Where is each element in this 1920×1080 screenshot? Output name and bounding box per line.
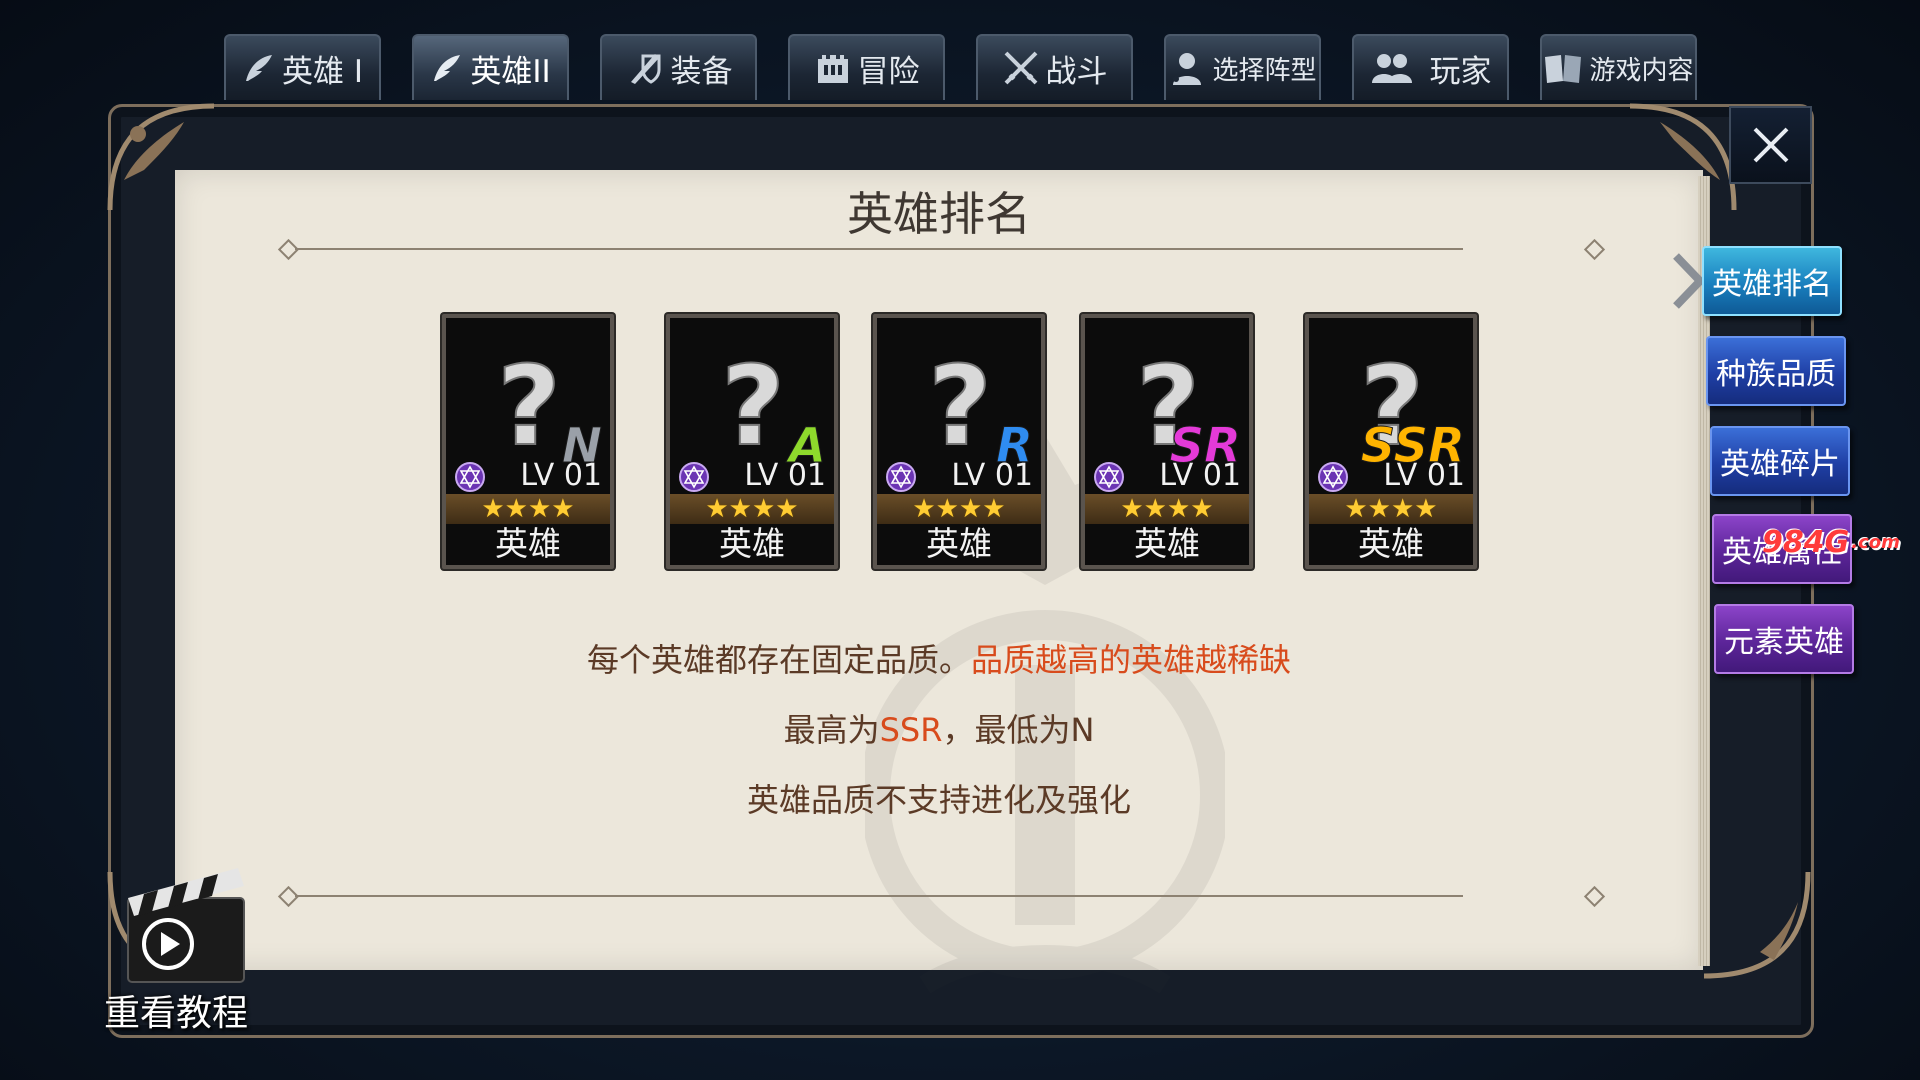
players-icon [1370, 51, 1414, 85]
site-watermark: 984G .com [1762, 518, 1920, 566]
clapperboard-icon [127, 868, 245, 983]
divider-diamond [1583, 885, 1606, 908]
question-mark-icon: ? [720, 352, 786, 462]
level-label: LV 01 [1159, 458, 1241, 493]
description-text: 最高为 [783, 711, 880, 749]
description-highlight: SSR [879, 711, 943, 749]
description-text: ，最低为N [942, 711, 1095, 749]
hero-name: 英雄 [495, 524, 561, 563]
level-label: LV 01 [1383, 458, 1465, 493]
side-tab-element-heroes[interactable]: 元素英雄 [1714, 604, 1854, 674]
element-emblem-icon [1094, 462, 1124, 492]
level-label: LV 01 [951, 458, 1033, 493]
svg-text:?: ? [497, 352, 561, 462]
description-line-2: 最高为SSR，最低为N [175, 705, 1703, 751]
svg-text:?: ? [721, 352, 785, 462]
element-emblem-icon [455, 462, 485, 492]
tab-hero-2[interactable]: 英雄II [412, 34, 569, 100]
side-tab-label: 英雄碎片 [1720, 447, 1840, 482]
castle-icon [814, 49, 852, 87]
side-tab-hero-ranking[interactable]: 英雄排名 [1702, 246, 1842, 316]
hero-name: 英雄 [1358, 524, 1424, 563]
replay-tutorial-label: 重看教程 [104, 993, 249, 1034]
description-text: 每个英雄都存在固定品质。 [586, 641, 971, 679]
close-button[interactable] [1729, 106, 1812, 184]
hero-name: 英雄 [926, 524, 992, 563]
hero-card-a[interactable]: ? A LV 01 ★★★★ 英雄 [666, 314, 838, 569]
selection-arrow-icon [1673, 253, 1706, 309]
side-tab-hero-shards[interactable]: 英雄碎片 [1710, 426, 1850, 496]
side-tab-label: 英雄排名 [1712, 267, 1832, 302]
watermark-suffix: .com [1851, 531, 1900, 553]
hero-card-sr[interactable]: ? SR LV 01 ★★★★ 英雄 [1081, 314, 1253, 569]
crossed-swords-icon [1002, 49, 1040, 87]
tab-label: 英雄II [470, 53, 551, 90]
question-mark-icon: ? [927, 352, 993, 462]
side-tab-label: 元素英雄 [1724, 625, 1844, 660]
hero-card-n[interactable]: ? N LV 01 ★★★★ 英雄 [442, 314, 614, 569]
tab-game-content[interactable]: 游戏内容 [1540, 34, 1697, 100]
divider [295, 895, 1463, 897]
svg-text:?: ? [928, 352, 992, 462]
ornament-corner-icon [1703, 871, 1811, 979]
description-line-1: 每个英雄都存在固定品质。品质越高的英雄越稀缺 [175, 635, 1703, 681]
tab-battle[interactable]: 战斗 [976, 34, 1133, 100]
element-emblem-icon [679, 462, 709, 492]
element-emblem-icon [886, 462, 916, 492]
replay-tutorial-button[interactable]: 重看教程 [104, 858, 264, 1034]
book-icon [1543, 51, 1583, 85]
tab-label: 英雄 I [282, 53, 363, 90]
side-tab-race-quality[interactable]: 种族品质 [1706, 336, 1846, 406]
tab-label: 游戏内容 [1589, 55, 1694, 86]
page-title: 英雄排名 [847, 187, 1031, 241]
tab-label: 战斗 [1045, 53, 1108, 90]
hero-card-r[interactable]: ? R LV 01 ★★★★ 英雄 [873, 314, 1045, 569]
tab-label: 冒险 [857, 53, 920, 90]
feather-icon [430, 51, 464, 85]
feather-icon [242, 51, 276, 85]
hero-card-ssr[interactable]: ? SSR LV 01 ★★★★ 英雄 [1305, 314, 1477, 569]
close-icon [1753, 127, 1788, 163]
watermark-text: 984G [1762, 524, 1850, 560]
tab-label: 玩家 [1429, 53, 1492, 90]
tab-label: 选择阵型 [1212, 55, 1317, 86]
tab-hero-1[interactable]: 英雄 I [224, 34, 381, 100]
tab-label: 装备 [670, 53, 733, 90]
description-highlight: 品质越高的英雄越稀缺 [971, 641, 1292, 679]
divider [295, 248, 1463, 250]
top-tab-bar: 英雄 I 英雄II 装备 冒险 战斗 选择阵型 玩家 游戏内容 [224, 34, 1697, 100]
question-mark-icon: ? [496, 352, 562, 462]
description-line-3: 英雄品质不支持进化及强化 [746, 781, 1131, 819]
level-label: LV 01 [520, 458, 602, 493]
tab-formation[interactable]: 选择阵型 [1164, 34, 1321, 100]
tab-players[interactable]: 玩家 [1352, 34, 1509, 100]
content-panel: 英雄排名 ? N LV 01 ★★★★ 英雄 ? A LV 01 ★★★★ 英雄… [175, 170, 1703, 994]
sword-shield-icon [625, 48, 665, 88]
formation-icon [1168, 49, 1206, 87]
level-label: LV 01 [744, 458, 826, 493]
hero-name: 英雄 [1134, 524, 1200, 563]
side-tab-label: 种族品质 [1716, 357, 1836, 392]
hero-name: 英雄 [719, 524, 785, 563]
element-emblem-icon [1318, 462, 1348, 492]
tab-adventure[interactable]: 冒险 [788, 34, 945, 100]
tab-equipment[interactable]: 装备 [600, 34, 757, 100]
